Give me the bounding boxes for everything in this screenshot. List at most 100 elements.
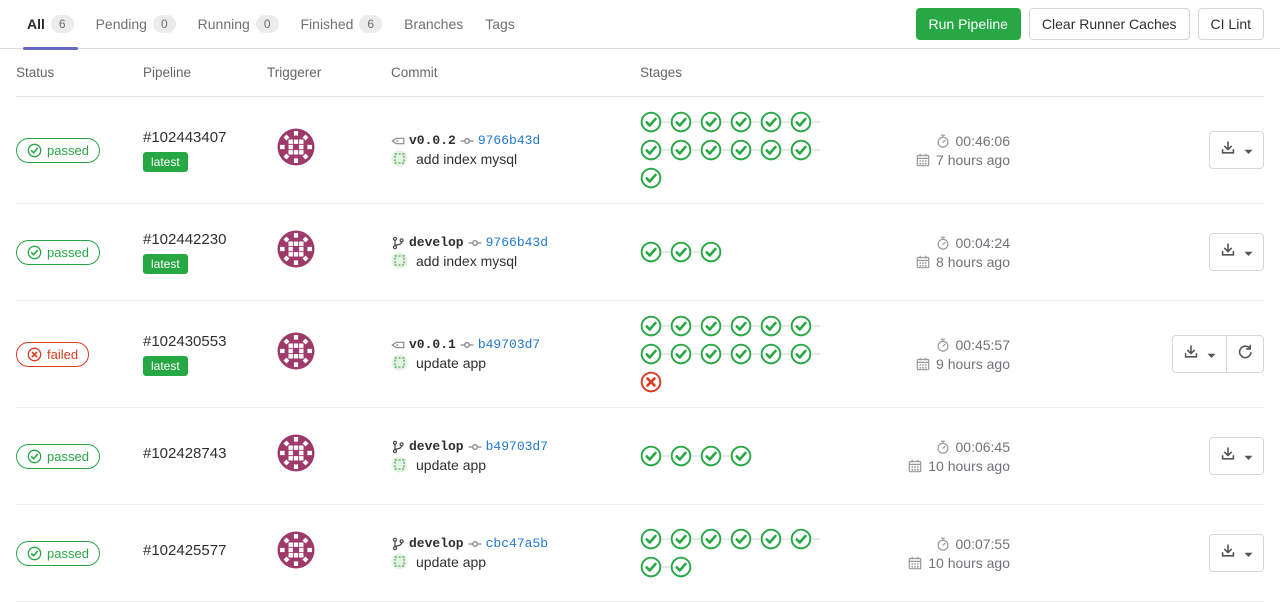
tab-running[interactable]: Running 0 [187,0,290,48]
commit-message-link[interactable]: update app [416,554,486,570]
pipeline-id-link[interactable]: #102442230 [143,231,267,248]
tab-pending[interactable]: Pending 0 [85,0,187,48]
stage-passed-icon[interactable] [760,343,790,365]
status-label: passed [47,142,89,158]
stage-passed-icon[interactable] [730,445,752,467]
pipeline-duration: 00:04:24 [955,234,1011,251]
triggerer-avatar[interactable] [277,434,315,475]
column-header-stages: Stages [640,65,683,80]
stage-passed-icon[interactable] [670,139,700,161]
triggerer-avatar[interactable] [277,128,315,169]
stage-passed-icon[interactable] [730,315,760,337]
ci-lint-button[interactable]: CI Lint [1197,7,1264,41]
stage-passed-icon[interactable] [640,343,670,365]
stage-passed-icon[interactable] [730,139,760,161]
stage-passed-icon[interactable] [700,139,730,161]
status-badge[interactable]: passed [16,443,100,469]
calendar-icon [908,556,922,570]
pipeline-id-link[interactable]: #102428743 [143,445,267,462]
ref-link[interactable]: develop [409,235,464,250]
stage-passed-icon[interactable] [670,343,700,365]
commit-sha-link[interactable]: cbc47a5b [486,536,548,551]
stage-passed-icon[interactable] [760,139,790,161]
stage-passed-icon[interactable] [700,315,730,337]
stage-passed-icon[interactable] [700,445,730,467]
stage-passed-icon[interactable] [790,343,820,365]
clear-runner-caches-button[interactable]: Clear Runner Caches [1028,7,1190,41]
stage-passed-icon[interactable] [760,528,790,550]
commit-sha-link[interactable]: b49703d7 [486,439,548,454]
retry-pipeline-button[interactable] [1226,335,1264,373]
status-badge[interactable]: passed [16,540,100,566]
pipeline-id-link[interactable]: #102443407 [143,129,267,146]
commit-message-link[interactable]: update app [416,457,486,473]
commit-message-link[interactable]: update app [416,355,486,371]
status-badge[interactable]: failed [16,341,90,367]
download-artifacts-button[interactable] [1209,534,1264,572]
stage-passed-icon[interactable] [700,343,730,365]
latest-badge: latest [143,355,188,376]
stage-passed-icon[interactable] [760,111,790,133]
stage-passed-icon[interactable] [700,111,730,133]
commit-message-link[interactable]: add index mysql [416,253,517,269]
triggerer-avatar[interactable] [277,531,315,572]
ref-link[interactable]: develop [409,439,464,454]
tab-branches[interactable]: Branches [393,0,474,48]
run-pipeline-button[interactable]: Run Pipeline [915,7,1021,41]
stage-failed-icon[interactable] [640,371,662,393]
retry-icon [1237,344,1253,364]
stage-passed-icon[interactable] [640,315,670,337]
tab-count: 6 [359,15,383,33]
tab-all[interactable]: All 6 [16,0,85,50]
stage-passed-icon[interactable] [760,315,790,337]
timer-icon [936,537,950,551]
stages [640,445,830,467]
stage-passed-icon[interactable] [670,315,700,337]
status-badge[interactable]: passed [16,137,100,163]
commit-message-link[interactable]: add index mysql [416,151,517,167]
stage-passed-icon[interactable] [730,343,760,365]
commit-sha-link[interactable]: b49703d7 [478,337,540,352]
status-badge[interactable]: passed [16,239,100,265]
stage-passed-icon[interactable] [670,111,700,133]
download-artifacts-button[interactable] [1172,335,1227,373]
triggerer-avatar[interactable] [277,230,315,271]
tab-label: Finished [300,16,354,32]
stage-passed-icon[interactable] [790,139,820,161]
stage-passed-icon[interactable] [670,445,700,467]
stage-passed-icon[interactable] [640,241,670,263]
stage-passed-icon[interactable] [640,139,670,161]
stage-passed-icon[interactable] [790,528,820,550]
column-header-commit: Commit [391,65,438,80]
stages [640,528,830,578]
stage-passed-icon[interactable] [790,315,820,337]
tab-label: Pending [95,16,147,32]
stage-passed-icon[interactable] [730,111,760,133]
stage-passed-icon[interactable] [640,111,670,133]
download-artifacts-button[interactable] [1209,437,1264,475]
ref-link[interactable]: develop [409,536,464,551]
stage-passed-icon[interactable] [790,111,820,133]
stage-passed-icon[interactable] [700,528,730,550]
commit-sha-link[interactable]: 9766b43d [478,133,540,148]
commit-sha-link[interactable]: 9766b43d [486,235,548,250]
stage-passed-icon[interactable] [670,528,700,550]
timer-icon [936,236,950,250]
tab-tags[interactable]: Tags [474,0,526,48]
download-artifacts-button[interactable] [1209,131,1264,169]
pipeline-id-link[interactable]: #102430553 [143,333,267,350]
stage-passed-icon[interactable] [640,167,662,189]
download-artifacts-button[interactable] [1209,233,1264,271]
triggerer-avatar[interactable] [277,332,315,373]
tab-finished[interactable]: Finished 6 [290,0,394,48]
stage-passed-icon[interactable] [640,445,670,467]
pipeline-id-link[interactable]: #102425577 [143,542,267,559]
download-icon [1183,344,1199,364]
ref-link[interactable]: v0.0.1 [409,337,456,352]
stage-passed-icon[interactable] [700,241,722,263]
stage-passed-icon[interactable] [640,528,670,550]
commit-author-avatar [391,354,408,371]
ref-link[interactable]: v0.0.2 [409,133,456,148]
stage-passed-icon[interactable] [670,241,700,263]
stage-passed-icon[interactable] [730,528,760,550]
